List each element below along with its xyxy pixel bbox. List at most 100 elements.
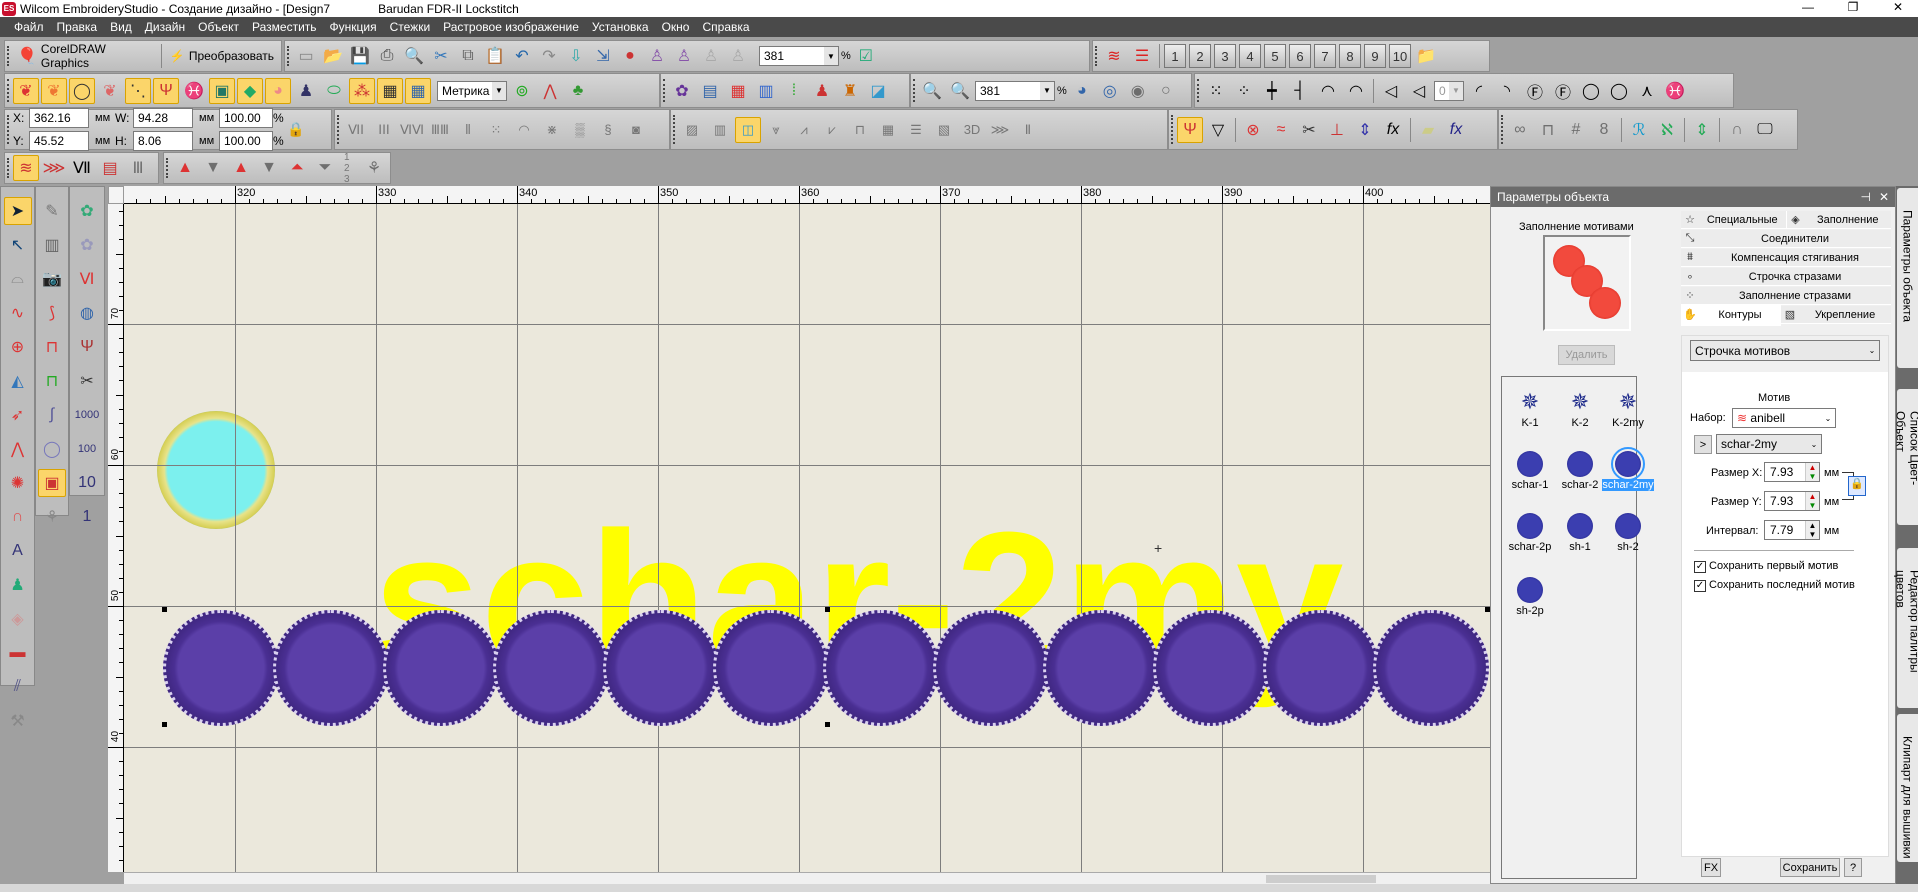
grid-ruler-icon[interactable]: ▦ [405,77,431,104]
height-field[interactable]: 8.06 [133,131,193,151]
angle-combo[interactable]: 0 ▼ [1434,80,1464,101]
show-stitches-mode-icon[interactable]: ≋ [13,155,39,181]
tab-pull-compensation[interactable]: ⩩ Компенсация стягивания [1681,249,1891,267]
purple-motif[interactable] [383,610,499,726]
effect-icon[interactable]: ⊓ [847,117,873,143]
show-icon[interactable]: ♙ [725,43,751,69]
stitch-tool-icon[interactable]: ✿ [73,231,101,259]
effect-icon[interactable]: ⩔ [763,117,789,143]
digitize-tool-icon[interactable]: ⟆ [38,299,66,327]
save-icon[interactable]: 💾 [347,43,373,69]
design-number-3-button[interactable]: 3 [1214,44,1236,68]
bar-up-icon[interactable]: ⏶ [284,155,310,181]
purple-motif[interactable] [1153,610,1269,726]
menu-item[interactable]: Объект [198,20,239,34]
function-edit-icon[interactable]: fx [1443,117,1469,143]
clipart-icon[interactable]: ◪ [865,78,891,104]
open-icon[interactable]: 📂 [320,43,346,69]
stitch-tool-icon[interactable]: 1000 [73,401,101,429]
digitize-tool-icon[interactable]: ✎ [38,197,66,225]
close-window-button[interactable]: ✕ [1878,0,1918,17]
square-wave-icon[interactable]: ⊓ [1535,117,1561,143]
set-select[interactable]: ≋ anibell ⌄ [1732,408,1836,428]
selection-handle[interactable] [825,722,830,727]
stitch-tool-icon[interactable]: ◍ [73,299,101,327]
tab-outlines[interactable]: ✋ Контуры [1681,303,1781,326]
selection-handle[interactable] [162,722,167,727]
stitch-type-icon[interactable]: ⅥⅥ [399,117,425,143]
people-icon[interactable]: ♟ [809,78,835,104]
picture-icon[interactable]: ▣ [209,77,235,104]
garment-icon[interactable]: ♟ [293,78,319,104]
stamp-icon[interactable]: ♜ [837,78,863,104]
motif-item[interactable]: schar-2 [1554,451,1606,491]
effect-icon[interactable]: ▦ [875,117,901,143]
stitch-tool-icon[interactable]: ✂ [73,367,101,395]
stitch-tool-icon[interactable]: 10 [73,469,101,497]
edit-tool-icon[interactable]: ⋀ [4,435,32,463]
side-tab[interactable]: Клипарт для вышивки [1897,714,1918,862]
edit-tool-icon[interactable]: ◭ [4,367,32,395]
tab-underlay[interactable]: ▧ Укрепление [1781,306,1891,323]
triangle-down-icon[interactable]: ▼ [200,155,226,181]
arch-icon[interactable]: ∩ [1724,117,1750,143]
menu-item[interactable]: Дизайн [145,20,185,34]
minimize-button[interactable]: — [1788,0,1828,17]
align-left-icon[interactable]: ┤ [1287,78,1313,104]
effect-icon[interactable]: ⩘ [791,117,817,143]
width-field[interactable]: 94.28 [133,108,193,128]
edit-tool-icon[interactable]: ✺ [4,469,32,497]
fish-icon[interactable]: ♓ [181,78,207,104]
size-y-field[interactable]: 7.93 ▲ ▼ [1764,491,1820,511]
flip-plus-icon[interactable]: Ⓕ [1550,78,1576,104]
effect-icon[interactable]: Ⅱ [1015,117,1041,143]
reference-point-icon[interactable]: ⋀ [537,78,563,104]
scale-y-field[interactable]: 100.00 [219,131,273,151]
radial-icon[interactable]: ⋏ [1634,78,1660,104]
stitch-type-icon[interactable]: § [595,117,621,143]
scroll-thumb[interactable] [1266,875,1376,883]
show-wide-icon[interactable]: ⋙ [41,155,67,181]
convert-button[interactable]: ⚡ Преобразовать [166,43,278,69]
grid-icon[interactable]: ▦ [377,77,403,104]
zoom-level-combo[interactable]: 381 ▼ [975,80,1055,101]
trim-icon[interactable]: ✂ [1296,117,1322,143]
menu-item[interactable]: Правка [57,20,98,34]
fill-tatami-icon[interactable]: ❦ [13,77,39,104]
edit-tool-icon[interactable]: ⫽ [4,673,32,701]
new-icon[interactable]: ▭ [293,43,319,69]
pin-icon[interactable]: ⊣ [1860,190,1870,204]
stitch-tool-icon[interactable]: ✿ [73,197,101,225]
slow-redraw-icon[interactable]: ♙ [698,43,724,69]
effect-icon[interactable]: ◫ [735,116,761,143]
purple-motif[interactable] [933,610,1049,726]
design-number-2-button[interactable]: 2 [1189,44,1211,68]
rotate-plus-icon[interactable]: ◝ [1494,78,1520,104]
cross-stitch-green-icon[interactable]: ℵ [1654,117,1680,143]
motif-item[interactable]: schar-2p [1504,513,1556,553]
edit-tool-icon[interactable]: ⊕ [4,333,32,361]
effect-icon[interactable]: 3D [959,117,985,143]
digitize-tool-icon[interactable]: ∫ [38,401,66,429]
delete-stitches-icon[interactable]: ⊗ [1240,117,1266,143]
keep-last-checkbox[interactable]: ✓ Сохранить последний мотив [1694,579,1855,592]
hoop-icon[interactable]: ⬭ [321,78,347,104]
palette-icon[interactable]: ▥ [753,78,779,104]
keep-first-checkbox[interactable]: ✓ Сохранить первый мотив [1694,560,1838,573]
menu-item[interactable]: Окно [662,20,690,34]
stitch-type-icon[interactable]: ▒ [567,117,593,143]
motif-item[interactable]: sh-2p [1504,577,1556,617]
side-tab[interactable]: Список Цвет-Объект [1894,389,1918,525]
x-field[interactable]: 362.16 [29,108,89,128]
loops-icon[interactable]: ∞ [1507,117,1533,143]
tab-bling-run[interactable]: ∘ Строчка стразами [1681,268,1891,286]
purple-motif[interactable] [1043,610,1159,726]
motif-item[interactable]: ✵ K-1 [1504,389,1556,429]
calculator-icon[interactable]: ▤ [97,155,123,181]
zoom-icon[interactable]: 🔍 [919,78,945,104]
stitch-type-icon[interactable]: ◙ [623,117,649,143]
design-number-8-button[interactable]: 8 [1339,44,1361,68]
selection-handle[interactable] [162,607,167,612]
effect-icon[interactable]: ⋙ [987,117,1013,143]
purple-motif[interactable] [1373,610,1489,726]
